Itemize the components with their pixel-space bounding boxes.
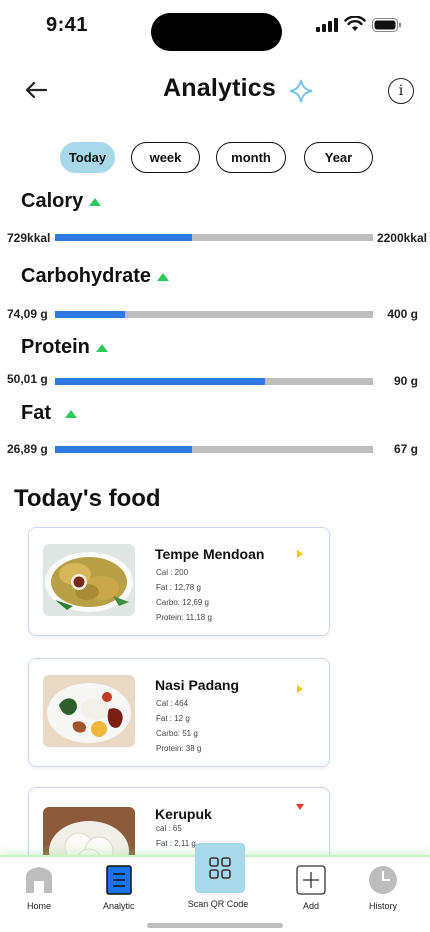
nutrient-current: 74,09 g	[7, 307, 48, 321]
food-name: Kerupuk	[155, 806, 212, 822]
progress-bar-fat	[55, 446, 373, 453]
nutrient-title-carbohydrate: Carbohydrate	[21, 265, 170, 288]
nav-history[interactable]: History	[367, 865, 399, 911]
food-calories: Cal : 464	[156, 699, 189, 708]
nutrient-title-protein: Protein	[21, 336, 108, 359]
nutrient-target: 400 g	[387, 307, 418, 321]
battery-icon	[372, 18, 401, 32]
food-protein: Protein: 11,18 g	[156, 613, 212, 622]
food-name: Nasi Padang	[155, 677, 240, 693]
home-icon	[26, 867, 52, 893]
progress-fill	[55, 446, 192, 453]
add-icon	[296, 865, 326, 895]
nav-add[interactable]: Add	[296, 865, 326, 911]
food-fat: Fat : 12,78 g	[156, 583, 201, 592]
info-icon[interactable]: i	[388, 78, 414, 104]
app-screen: 9:41 Analytics i Today week month Year C…	[0, 0, 430, 932]
nutrient-target: 67 g	[393, 442, 418, 456]
progress-fill	[55, 234, 192, 241]
scan-qr-button[interactable]	[195, 843, 245, 893]
nutrient-title-fat: Fat	[21, 402, 77, 425]
analytic-icon	[106, 865, 132, 895]
sparkle-icon	[289, 79, 313, 103]
tab-month[interactable]: month	[216, 142, 286, 173]
trend-down-icon[interactable]	[296, 804, 304, 810]
nutrient-name: Calory	[21, 190, 84, 212]
nutrient-title-calory: Calory	[21, 190, 102, 213]
food-card-tempe-mendoan[interactable]: Tempe Mendoan Cal : 200 Fat : 12,78 g Ca…	[28, 527, 330, 636]
nav-analytic[interactable]: Analytic	[103, 865, 135, 911]
food-protein: Protein: 38 g	[156, 744, 202, 753]
food-carbo: Carbo: 12,69 g	[156, 598, 209, 607]
tab-year[interactable]: Year	[304, 142, 373, 173]
nutrient-name: Carbohydrate	[21, 265, 152, 287]
progress-fill	[55, 378, 265, 385]
cellular-signal-icon	[316, 18, 338, 32]
nav-label: Add	[302, 901, 319, 911]
tab-week[interactable]: week	[131, 142, 200, 173]
back-arrow-icon[interactable]	[22, 76, 50, 104]
scan-qr-label: Scan QR Code	[187, 899, 249, 909]
trend-up-icon	[65, 409, 77, 418]
food-calories: cal : 65	[156, 824, 182, 833]
progress-fill	[55, 311, 125, 318]
nav-label: Analytic	[103, 901, 135, 911]
tab-today[interactable]: Today	[60, 142, 115, 173]
page-title: Analytics	[163, 74, 276, 102]
expand-arrow-icon[interactable]	[297, 550, 303, 558]
nutrient-current: 26,89 g	[7, 442, 48, 456]
progress-bar-calory	[55, 234, 373, 241]
trend-up-icon	[95, 343, 108, 352]
trend-up-icon	[157, 272, 170, 281]
nutrient-current: 50,01 g	[7, 372, 48, 386]
nav-home[interactable]: Home	[24, 865, 54, 911]
qr-grid-icon	[209, 857, 231, 879]
food-fat: Fat : 12 g	[156, 714, 190, 723]
dynamic-island	[151, 13, 282, 51]
food-card-nasi-padang[interactable]: Nasi Padang Cal : 464 Fat : 12 g Carbo: …	[28, 658, 330, 767]
expand-arrow-icon[interactable]	[297, 685, 303, 693]
progress-bar-carbohydrate	[55, 311, 373, 318]
home-indicator[interactable]	[147, 923, 283, 928]
food-carbo: Carbo: 51 g	[156, 729, 198, 738]
nutrient-target: 2200kkal	[376, 231, 427, 245]
nutrient-target: 90 g	[393, 374, 418, 388]
nutrient-name: Protein	[21, 336, 90, 358]
food-fat: Fat : 2,11 g	[156, 839, 196, 848]
clock-icon	[369, 866, 397, 894]
nutrient-current: 729kkal	[7, 231, 51, 245]
nav-label: Home	[26, 901, 51, 911]
section-title: Today's food	[14, 485, 161, 512]
food-image	[43, 544, 135, 616]
progress-bar-protein	[55, 378, 373, 385]
wifi-icon	[344, 16, 366, 31]
trend-up-icon	[89, 197, 102, 206]
food-name: Tempe Mendoan	[155, 546, 265, 562]
nutrient-name: Fat	[21, 402, 51, 424]
food-calories: Cal : 200	[156, 568, 189, 577]
status-bar: 9:41	[0, 0, 430, 52]
status-time: 9:41	[46, 14, 89, 36]
food-image	[43, 675, 135, 747]
nav-label: History	[368, 901, 397, 911]
